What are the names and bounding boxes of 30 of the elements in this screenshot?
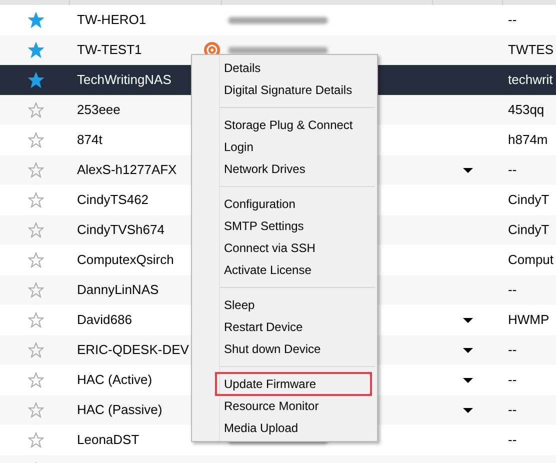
table-cell: -- [508, 12, 517, 28]
device-name: ComputexQsirch [77, 251, 174, 270]
table-cell: CindyT [508, 192, 550, 208]
table-cell: h874m [508, 132, 548, 148]
table-cell: HWMP [508, 312, 550, 328]
table-cell: 453qq [508, 102, 544, 118]
table-cell: CindyT [508, 222, 550, 238]
table-cell: Comput [508, 252, 554, 268]
device-name: David686 [77, 311, 132, 330]
table-cell: -- [508, 342, 517, 358]
device-name: TW-HERO1 [77, 11, 146, 30]
table-cell: -- [508, 432, 517, 448]
device-name: 253eee [77, 101, 120, 120]
table-cell: techwrit [508, 72, 553, 88]
table-cell: -- [508, 282, 517, 298]
device-name: 874t [77, 131, 102, 150]
device-name: ERIC-QDESK-DEV [77, 341, 189, 360]
table-cell: -- [508, 372, 517, 388]
device-name: CindyTVSh674 [77, 221, 164, 240]
device-name: TW-TEST1 [77, 41, 142, 60]
table-cell: TWTES [508, 42, 554, 58]
table-cell: -- [508, 162, 517, 178]
device-name: DannyLinNAS [77, 281, 159, 300]
device-name: AlexS-h1277AFX [77, 161, 177, 180]
device-name: CindyTS462 [77, 191, 149, 210]
device-name: HAC (Active) [77, 371, 152, 390]
device-name: LeonaDST [77, 431, 140, 450]
device-name: TechWritingNAS [77, 71, 172, 90]
table-cell: -- [508, 402, 517, 418]
device-name: HAC (Passive) [77, 401, 162, 420]
